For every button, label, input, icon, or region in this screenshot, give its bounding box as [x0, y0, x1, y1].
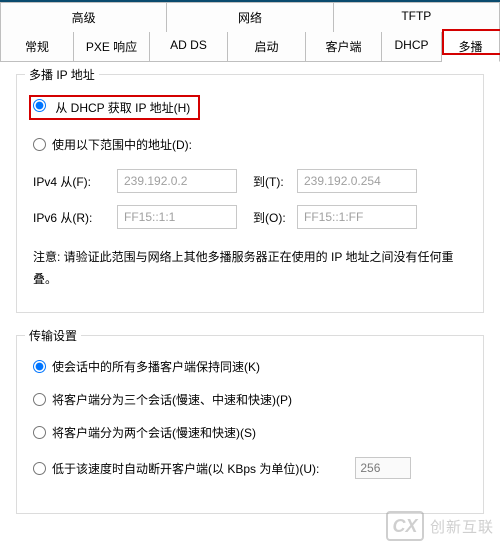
group-title: 传输设置 — [25, 327, 81, 344]
tab-label: 客户端 — [325, 40, 361, 54]
radio-label: 将客户端分为两个会话(慢速和快速)(S) — [52, 424, 256, 441]
tab-label: TFTP — [401, 9, 431, 23]
radio-label: 使会话中的所有多播客户端保持同速(K) — [52, 358, 260, 375]
tab-label: 多播 — [458, 40, 482, 54]
tab-general[interactable]: 常规 — [0, 32, 74, 62]
group-title: 多播 IP 地址 — [25, 66, 99, 83]
radio-three-sessions[interactable]: 将客户端分为三个会话(慢速、中速和快速)(P) — [31, 387, 469, 420]
radio-two-sessions-input[interactable] — [33, 426, 46, 439]
ipv6-from-label: IPv6 从(R): — [31, 209, 117, 226]
tab-tftp[interactable]: TFTP — [334, 2, 500, 32]
tab-pxe-response[interactable]: PXE 响应 — [74, 32, 150, 62]
radio-label: 使用以下范围中的地址(D): — [52, 136, 192, 153]
ipv4-from-label: IPv4 从(F): — [31, 173, 117, 190]
kbps-input[interactable] — [355, 457, 411, 479]
ipv6-range-row: IPv6 从(R): 到(O): — [31, 201, 469, 237]
radio-label: 从 DHCP 获取 IP 地址(H) — [55, 101, 190, 115]
ipv4-to-input[interactable] — [297, 169, 417, 193]
radio-keep-speed[interactable]: 使会话中的所有多播客户端保持同速(K) — [31, 354, 469, 387]
tab-row-secondary: 高级 网络 TFTP — [0, 2, 500, 32]
tab-boot[interactable]: 启动 — [228, 32, 306, 62]
tab-label: 启动 — [254, 40, 278, 54]
ipv4-range-row: IPv4 从(F): 到(T): — [31, 165, 469, 201]
tab-label: DHCP — [394, 38, 428, 52]
radio-from-dhcp-input[interactable] — [33, 99, 46, 112]
properties-dialog: 高级 网络 TFTP 常规 PXE 响应 AD DS 启动 客户端 DHCP 多… — [0, 0, 500, 514]
ipv6-to-input[interactable] — [297, 205, 417, 229]
ipv6-from-input[interactable] — [117, 205, 237, 229]
watermark-text: 创新互联 — [430, 516, 494, 537]
radio-two-sessions[interactable]: 将客户端分为两个会话(慢速和快速)(S) — [31, 420, 469, 453]
multicast-ip-group: 多播 IP 地址 从 DHCP 获取 IP 地址(H) 使用以下范围中的地址(D… — [16, 74, 484, 313]
tab-row-primary: 常规 PXE 响应 AD DS 启动 客户端 DHCP 多播 — [0, 32, 500, 62]
tab-advanced[interactable]: 高级 — [0, 2, 167, 32]
note-text: 注意: 请验证此范围与网络上其他多播服务器正在使用的 IP 地址之间没有任何重叠… — [31, 237, 469, 290]
tab-label: AD DS — [170, 38, 207, 52]
radio-from-dhcp[interactable]: 从 DHCP 获取 IP 地址(H) — [31, 93, 469, 132]
radio-use-range-input[interactable] — [33, 138, 46, 151]
ipv4-to-label: 到(T): — [237, 173, 297, 190]
radio-keep-speed-input[interactable] — [33, 360, 46, 373]
tab-client[interactable]: 客户端 — [306, 32, 382, 62]
watermark-logo: CX — [386, 511, 424, 541]
tab-label: 常规 — [25, 40, 49, 54]
tab-label: PXE 响应 — [86, 40, 137, 54]
tab-multicast[interactable]: 多播 — [442, 32, 500, 62]
tab-network[interactable]: 网络 — [167, 2, 333, 32]
watermark: CX 创新互联 — [386, 511, 494, 541]
radio-three-sessions-input[interactable] — [33, 393, 46, 406]
tab-adds[interactable]: AD DS — [150, 32, 228, 62]
highlight-annotation: 从 DHCP 获取 IP 地址(H) — [29, 95, 200, 120]
tab-dhcp[interactable]: DHCP — [382, 32, 442, 62]
ipv4-from-input[interactable] — [117, 169, 237, 193]
radio-disconnect-input[interactable] — [33, 462, 46, 475]
tab-label: 网络 — [238, 11, 262, 25]
tab-label: 高级 — [72, 11, 96, 25]
ipv6-to-label: 到(O): — [237, 209, 297, 226]
radio-use-range[interactable]: 使用以下范围中的地址(D): — [31, 132, 469, 165]
transfer-settings-group: 传输设置 使会话中的所有多播客户端保持同速(K) 将客户端分为三个会话(慢速、中… — [16, 335, 484, 514]
radio-label: 低于该速度时自动断开客户端(以 KBps 为单位)(U): — [52, 460, 319, 477]
radio-disconnect[interactable]: 低于该速度时自动断开客户端(以 KBps 为单位)(U): — [31, 453, 469, 491]
radio-label: 将客户端分为三个会话(慢速、中速和快速)(P) — [52, 391, 292, 408]
multicast-panel: 多播 IP 地址 从 DHCP 获取 IP 地址(H) 使用以下范围中的地址(D… — [0, 61, 500, 514]
